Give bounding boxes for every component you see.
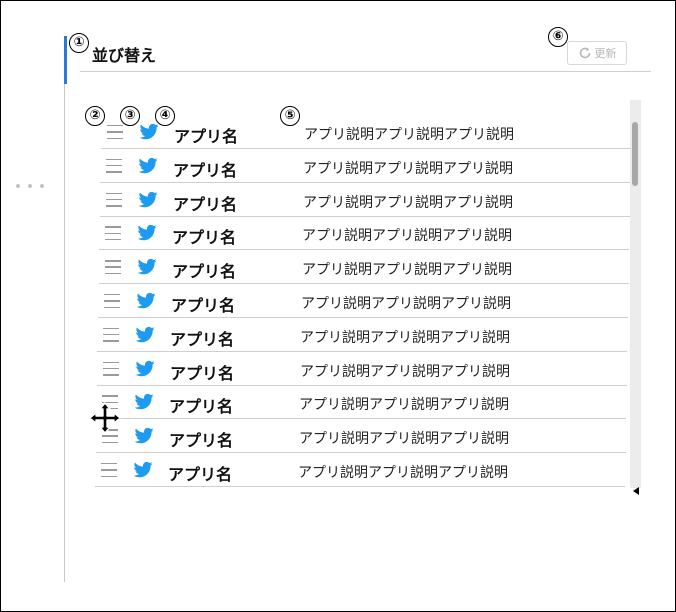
list-item[interactable]: アプリ名 アプリ説明アプリ説明アプリ説明: [100, 184, 630, 217]
list-item[interactable]: アプリ名 アプリ説明アプリ説明アプリ説明: [97, 319, 627, 352]
list-item[interactable]: アプリ名 アプリ説明アプリ説明アプリ説明: [101, 116, 631, 149]
app-description: アプリ説明アプリ説明アプリ説明: [301, 296, 511, 312]
list-item[interactable]: アプリ名 アプリ説明アプリ説明アプリ説明: [96, 420, 626, 454]
app-description: アプリ説明アプリ説明アプリ説明: [299, 431, 509, 448]
list-item[interactable]: アプリ名 アプリ説明アプリ説明アプリ説明: [100, 150, 630, 183]
callout-1: ①: [69, 33, 89, 53]
list-item[interactable]: アプリ名 アプリ説明アプリ説明アプリ説明: [98, 285, 628, 318]
hamburger-icon[interactable]: [104, 294, 120, 308]
scroll-arrow-icon: [633, 487, 639, 495]
app-name: アプリ名: [170, 363, 235, 383]
refresh-button[interactable]: 更新: [567, 41, 627, 65]
section-accent-bar: [64, 36, 67, 84]
title-divider: [80, 71, 651, 72]
app-description: アプリ説明アプリ説明アプリ説明: [300, 329, 510, 346]
twitter-bird-icon: [134, 461, 153, 478]
twitter-bird-icon: [135, 428, 154, 444]
callout-6: ⑥: [548, 27, 568, 47]
list-item[interactable]: アプリ名 アプリ説明アプリ説明アプリ説明: [97, 353, 627, 386]
app-description: アプリ説明アプリ説明アプリ説明: [303, 194, 513, 211]
move-cursor-icon: [89, 402, 121, 434]
app-description: アプリ説明アプリ説明アプリ説明: [304, 127, 514, 143]
refresh-icon: [579, 47, 590, 59]
callout-2: ②: [85, 106, 105, 126]
hamburger-icon[interactable]: [106, 192, 122, 207]
callout-3: ③: [120, 106, 140, 126]
callout-4: ④: [155, 106, 175, 126]
app-name: アプリ名: [172, 262, 237, 282]
twitter-bird-icon: [139, 191, 158, 207]
hamburger-icon[interactable]: [103, 327, 119, 342]
twitter-bird-icon: [136, 360, 155, 376]
hamburger-icon[interactable]: [105, 226, 121, 241]
twitter-bird-icon: [135, 394, 154, 410]
twitter-bird-icon: [138, 225, 157, 241]
list-item[interactable]: アプリ名 アプリ説明アプリ説明アプリ説明: [96, 386, 626, 420]
app-name: アプリ名: [173, 194, 238, 214]
refresh-label: 更新: [594, 47, 617, 60]
hamburger-icon[interactable]: [107, 125, 123, 139]
hamburger-icon[interactable]: [101, 463, 117, 477]
app-name: アプリ名: [173, 160, 238, 180]
app-description: アプリ説明アプリ説明アプリ説明: [303, 160, 513, 177]
scroll-thumb[interactable]: [632, 122, 638, 186]
app-description: アプリ説明アプリ説明アプリ説明: [302, 228, 512, 245]
app-description: アプリ説明アプリ説明アプリ説明: [302, 262, 512, 279]
app-name: アプリ名: [169, 431, 234, 451]
list-item[interactable]: アプリ名 アプリ説明アプリ説明アプリ説明: [99, 217, 629, 251]
twitter-bird-icon: [138, 259, 157, 275]
panel-drag-handle[interactable]: [16, 178, 44, 194]
app-name: アプリ名: [172, 228, 237, 248]
list-item[interactable]: アプリ名 アプリ説明アプリ説明アプリ説明: [99, 251, 629, 285]
list-scrollbar[interactable]: [630, 100, 641, 488]
app-name: アプリ名: [168, 465, 233, 484]
twitter-bird-icon: [137, 292, 156, 309]
app-name: アプリ名: [171, 296, 236, 315]
hamburger-icon[interactable]: [106, 158, 122, 173]
app-name: アプリ名: [169, 397, 234, 417]
app-description: アプリ説明アプリ説明アプリ説明: [299, 397, 509, 414]
app-description: アプリ説明アプリ説明アプリ説明: [298, 465, 508, 481]
section-title: 並び替え: [92, 46, 157, 65]
callout-5: ⑤: [280, 106, 300, 126]
twitter-bird-icon: [140, 123, 159, 140]
twitter-bird-icon: [136, 326, 155, 343]
panel-divider: [64, 36, 65, 582]
twitter-bird-icon: [139, 157, 158, 174]
hamburger-icon[interactable]: [105, 260, 121, 275]
hamburger-icon[interactable]: [103, 361, 119, 376]
app-description: アプリ説明アプリ説明アプリ説明: [300, 363, 510, 380]
list-item[interactable]: アプリ名 アプリ説明アプリ説明アプリ説明: [95, 454, 625, 487]
app-name: アプリ名: [170, 329, 235, 349]
app-name: アプリ名: [174, 127, 239, 146]
